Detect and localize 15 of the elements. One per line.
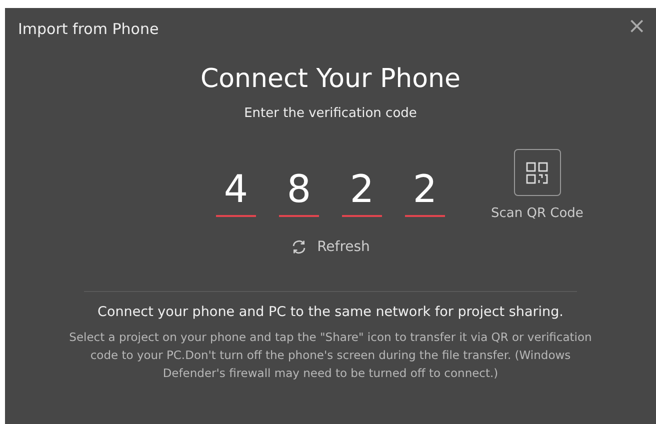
code-digit: 2	[405, 167, 445, 217]
qr-code-icon	[526, 162, 548, 184]
window-title: Import from Phone	[18, 20, 159, 38]
code-digit: 2	[342, 167, 382, 217]
refresh-icon	[291, 239, 308, 255]
close-button[interactable]: ×	[624, 16, 650, 38]
qr-code-label: Scan QR Code	[491, 206, 584, 221]
qr-code-button[interactable]	[514, 149, 561, 196]
code-digit: 8	[279, 167, 319, 217]
heading: Connect Your Phone	[200, 64, 461, 94]
subtitle: Enter the verification code	[244, 106, 417, 121]
note-title: Connect your phone and PC to the same network for project sharing.	[98, 304, 564, 320]
refresh-button[interactable]: Refresh	[291, 239, 370, 255]
note-text: Select a project on your phone and tap the "Share" icon to transfer it via QR or verification code to your PC.Don't turn off the phone's screen during the file transfer. (Windows Defender's firewall may need to be turned off to connect.)	[68, 329, 593, 382]
code-digit: 4	[216, 167, 256, 217]
